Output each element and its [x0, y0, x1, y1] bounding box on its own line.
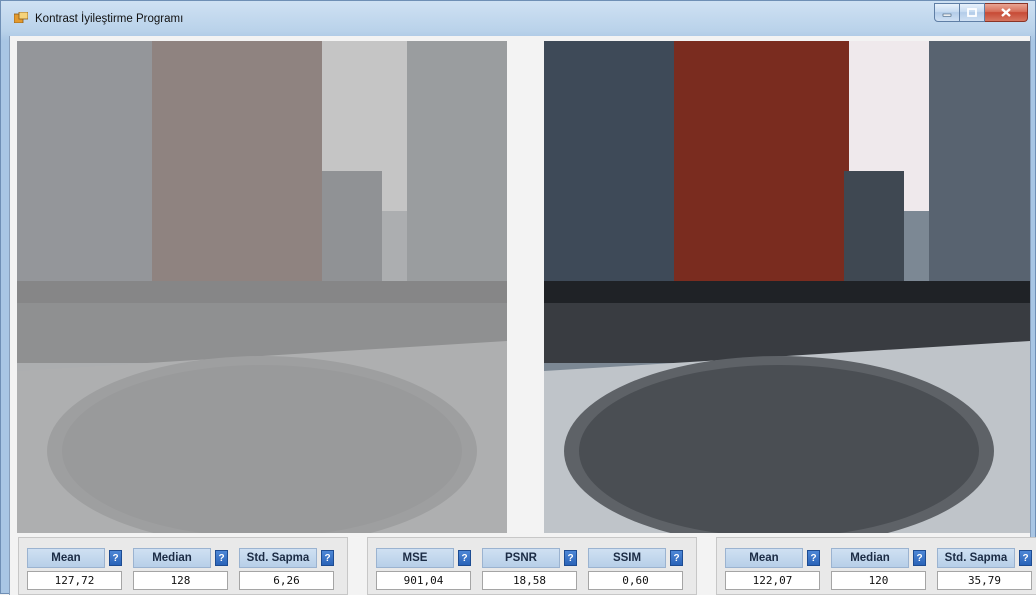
psnr-value-field[interactable]: 18,58	[482, 571, 577, 590]
ssim-label: SSIM	[588, 548, 666, 568]
client-area: Mean ? 127,72 Median ? 128 Std. Sapma ? …	[9, 36, 1036, 595]
mean-label: Mean	[725, 548, 803, 568]
std-help-button[interactable]: ?	[321, 550, 334, 566]
close-icon	[1001, 8, 1011, 17]
output-image	[544, 41, 1030, 533]
input-stats-group: Mean ? 127,72 Median ? 128 Std. Sapma ? …	[18, 537, 348, 595]
mean-help-button[interactable]: ?	[807, 550, 820, 566]
maximize-icon	[967, 8, 977, 17]
title-bar[interactable]: Kontrast İyileştirme Programı	[1, 1, 1035, 35]
mse-label: MSE	[376, 548, 454, 568]
median-label: Median	[133, 548, 211, 568]
mse-help-button[interactable]: ?	[458, 550, 471, 566]
median-value-field[interactable]: 128	[133, 571, 228, 590]
psnr-label: PSNR	[482, 548, 560, 568]
street-scene-image	[544, 41, 1030, 533]
ssim-value-field[interactable]: 0,60	[588, 571, 683, 590]
mean-value-field[interactable]: 127,72	[27, 571, 122, 590]
input-image	[17, 41, 507, 533]
minimize-button[interactable]	[934, 3, 960, 22]
mean-label: Mean	[27, 548, 105, 568]
maximize-button[interactable]	[960, 3, 985, 22]
median-help-button[interactable]: ?	[913, 550, 926, 566]
ssim-help-button[interactable]: ?	[670, 550, 683, 566]
std-label: Std. Sapma	[937, 548, 1015, 568]
street-scene-image	[17, 41, 507, 533]
std-help-button[interactable]: ?	[1019, 550, 1032, 566]
median-label: Median	[831, 548, 909, 568]
output-stats-group: Mean ? 122,07 Median ? 120 Std. Sapma ? …	[716, 537, 1036, 595]
window-title: Kontrast İyileştirme Programı	[35, 13, 184, 25]
psnr-help-button[interactable]: ?	[564, 550, 577, 566]
median-help-button[interactable]: ?	[215, 550, 228, 566]
quality-metrics-group: MSE ? 901,04 PSNR ? 18,58 SSIM ? 0,60	[367, 537, 697, 595]
mean-value-field[interactable]: 122,07	[725, 571, 820, 590]
std-label: Std. Sapma	[239, 548, 317, 568]
minimize-icon	[942, 13, 952, 17]
median-value-field[interactable]: 120	[831, 571, 926, 590]
std-value-field[interactable]: 6,26	[239, 571, 334, 590]
mean-help-button[interactable]: ?	[109, 550, 122, 566]
mse-value-field[interactable]: 901,04	[376, 571, 471, 590]
app-window-icon	[14, 12, 28, 23]
close-button[interactable]	[985, 3, 1028, 22]
app-window: Kontrast İyileştirme Programı Mean ? 127…	[0, 0, 1036, 595]
std-value-field[interactable]: 35,79	[937, 571, 1032, 590]
